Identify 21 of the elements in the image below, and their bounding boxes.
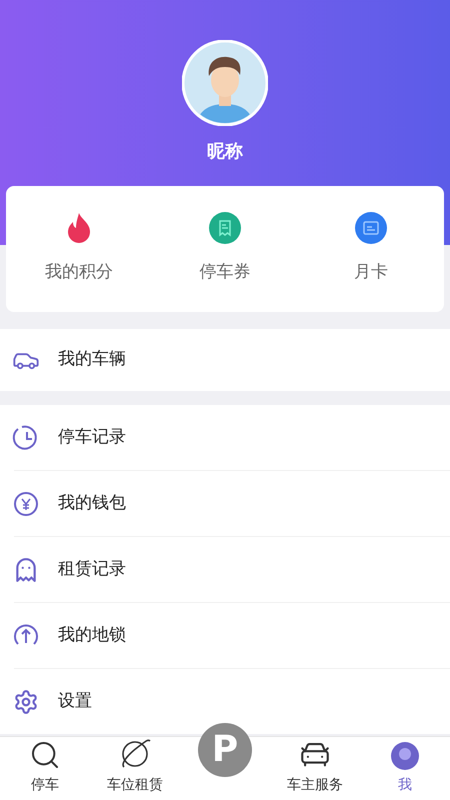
quick-action[interactable]: 我的积分 [6, 212, 152, 286]
yen-icon [13, 490, 39, 516]
menu-item[interactable]: 我的钱包 [6, 471, 442, 536]
avatar-icon [390, 741, 420, 771]
nav-tab[interactable]: 车位租赁 [90, 737, 180, 800]
card-icon [355, 212, 387, 244]
nav-tab[interactable]: 我 [360, 737, 450, 800]
menu-item[interactable]: 我的地锁 [6, 603, 442, 668]
flame-icon [66, 212, 92, 244]
quick-action[interactable]: 月卡 [298, 212, 444, 286]
nav-tab[interactable]: 车主服务 [270, 737, 360, 800]
nav-tab[interactable]: 停车 [0, 737, 90, 800]
quick-action[interactable]: 停车券 [152, 212, 298, 286]
search-icon [29, 739, 61, 771]
menu-item[interactable]: 我的车辆 [6, 329, 442, 391]
settings-icon [13, 688, 39, 714]
menu-item[interactable]: 租赁记录 [6, 537, 442, 602]
ticket-icon [209, 212, 241, 244]
clock-icon [12, 424, 40, 452]
menu-item[interactable]: 停车记录 [6, 405, 442, 470]
nickname: 昵称 [207, 140, 243, 164]
